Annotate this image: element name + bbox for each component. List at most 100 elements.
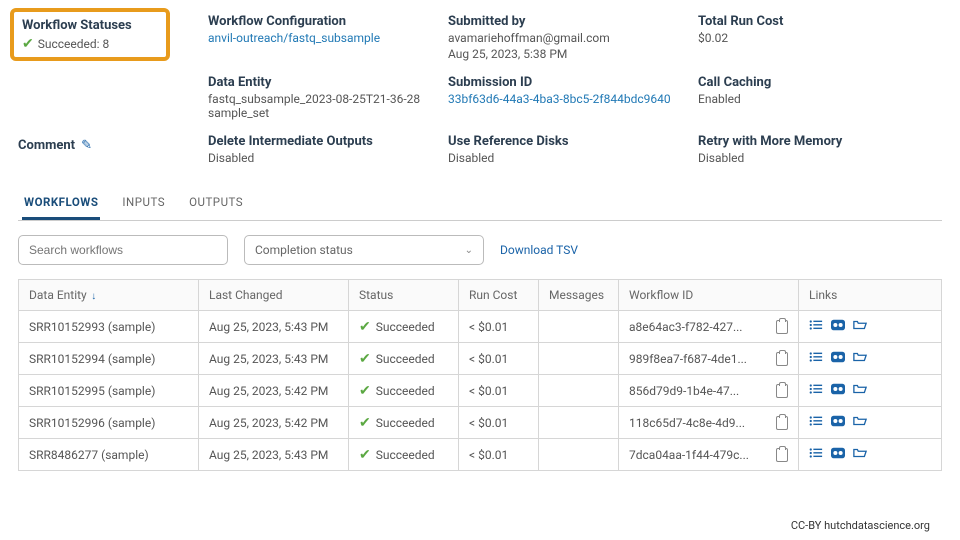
- folder-icon[interactable]: [853, 415, 867, 430]
- dashboard-icon[interactable]: [831, 383, 845, 398]
- cell-entity: SRR10152993 (sample): [19, 311, 199, 343]
- subid-label: Submission ID: [448, 75, 688, 90]
- list-icon[interactable]: [809, 447, 823, 462]
- th-last[interactable]: Last Changed: [199, 280, 349, 311]
- submitted-by-time: Aug 25, 2023, 5:38 PM: [448, 47, 688, 61]
- cell-wfid: 856d79d9-1b4e-47...: [619, 375, 799, 407]
- refdisk-value: Disabled: [448, 151, 688, 165]
- download-tsv-link[interactable]: Download TSV: [500, 243, 578, 257]
- cell-last: Aug 25, 2023, 5:43 PM: [199, 439, 349, 471]
- cell-status: ✔Succeeded: [349, 311, 459, 343]
- table-row: SRR8486277 (sample)Aug 25, 2023, 5:43 PM…: [19, 439, 942, 471]
- pencil-icon[interactable]: ✎: [81, 138, 92, 153]
- dashboard-icon[interactable]: [831, 351, 845, 366]
- succeeded-count: Succeeded: 8: [38, 37, 110, 51]
- check-icon: ✔: [359, 320, 371, 334]
- th-messages[interactable]: Messages: [539, 280, 619, 311]
- table-row: SRR10152995 (sample)Aug 25, 2023, 5:42 P…: [19, 375, 942, 407]
- cell-entity: SRR10152996 (sample): [19, 407, 199, 439]
- folder-icon[interactable]: [853, 447, 867, 462]
- cell-wfid: 118c65d7-4c8e-4d9...: [619, 407, 799, 439]
- dashboard-icon[interactable]: [831, 319, 845, 334]
- th-entity[interactable]: Data Entity ↓: [19, 280, 199, 311]
- cell-cost: < $0.01: [459, 311, 539, 343]
- cell-links: [799, 439, 942, 471]
- delete-label: Delete Intermediate Outputs: [208, 134, 438, 149]
- entity-value: fastq_subsample_2023-08-25T21-36-28 samp…: [208, 92, 438, 120]
- cell-messages: [539, 343, 619, 375]
- subid-link[interactable]: 33bf63d6-44a3-4ba3-8bc5-2f844bdc9640: [448, 92, 688, 106]
- th-cost[interactable]: Run Cost: [459, 280, 539, 311]
- entity-label: Data Entity: [208, 75, 438, 90]
- check-icon: ✔: [22, 37, 34, 51]
- workflows-table: Data Entity ↓ Last Changed Status Run Co…: [18, 279, 942, 471]
- cell-wfid: 7dca04aa-1f44-479c...: [619, 439, 799, 471]
- clipboard-icon[interactable]: [776, 448, 788, 462]
- completion-status-select[interactable]: Completion status ⌄: [244, 235, 484, 265]
- workflow-statuses-box: Workflow Statuses ✔ Succeeded: 8: [10, 8, 170, 61]
- sort-arrow-icon: ↓: [89, 291, 96, 302]
- chevron-down-icon: ⌄: [465, 245, 473, 256]
- cell-messages: [539, 375, 619, 407]
- cell-last: Aug 25, 2023, 5:42 PM: [199, 407, 349, 439]
- clipboard-icon[interactable]: [776, 352, 788, 366]
- tab-outputs[interactable]: OUTPUTS: [187, 187, 245, 220]
- cell-status: ✔Succeeded: [349, 343, 459, 375]
- cell-links: [799, 343, 942, 375]
- dashboard-icon[interactable]: [831, 447, 845, 462]
- dashboard-icon[interactable]: [831, 415, 845, 430]
- check-icon: ✔: [359, 448, 371, 462]
- refdisk-label: Use Reference Disks: [448, 134, 688, 149]
- folder-icon[interactable]: [853, 319, 867, 334]
- cell-status: ✔Succeeded: [349, 407, 459, 439]
- cell-wfid: a8e64ac3-f782-427...: [619, 311, 799, 343]
- clipboard-icon[interactable]: [776, 416, 788, 430]
- cell-cost: < $0.01: [459, 439, 539, 471]
- list-icon[interactable]: [809, 351, 823, 366]
- list-icon[interactable]: [809, 319, 823, 334]
- table-row: SRR10152994 (sample)Aug 25, 2023, 5:43 P…: [19, 343, 942, 375]
- th-wfid[interactable]: Workflow ID: [619, 280, 799, 311]
- cell-cost: < $0.01: [459, 407, 539, 439]
- th-status[interactable]: Status: [349, 280, 459, 311]
- cell-links: [799, 407, 942, 439]
- delete-value: Disabled: [208, 151, 438, 165]
- folder-icon[interactable]: [853, 383, 867, 398]
- cell-entity: SRR8486277 (sample): [19, 439, 199, 471]
- list-icon[interactable]: [809, 415, 823, 430]
- submitted-by-label: Submitted by: [448, 14, 688, 29]
- check-icon: ✔: [359, 352, 371, 366]
- tabs: WORKFLOWS INPUTS OUTPUTS: [18, 187, 942, 221]
- caching-label: Call Caching: [698, 75, 942, 90]
- table-row: SRR10152996 (sample)Aug 25, 2023, 5:42 P…: [19, 407, 942, 439]
- cell-links: [799, 311, 942, 343]
- cell-messages: [539, 439, 619, 471]
- retry-value: Disabled: [698, 151, 942, 165]
- cell-status: ✔Succeeded: [349, 375, 459, 407]
- clipboard-icon[interactable]: [776, 320, 788, 334]
- comment-label: Comment: [18, 138, 75, 153]
- folder-icon[interactable]: [853, 351, 867, 366]
- retry-label: Retry with More Memory: [698, 134, 942, 149]
- cell-last: Aug 25, 2023, 5:42 PM: [199, 375, 349, 407]
- statuses-label: Workflow Statuses: [22, 18, 158, 33]
- clipboard-icon[interactable]: [776, 384, 788, 398]
- search-input[interactable]: [18, 235, 228, 265]
- cost-value: $0.02: [698, 31, 942, 45]
- cell-messages: [539, 311, 619, 343]
- cell-last: Aug 25, 2023, 5:43 PM: [199, 311, 349, 343]
- completion-status-label: Completion status: [255, 243, 353, 257]
- cell-cost: < $0.01: [459, 375, 539, 407]
- th-links[interactable]: Links: [799, 280, 942, 311]
- list-icon[interactable]: [809, 383, 823, 398]
- cell-entity: SRR10152994 (sample): [19, 343, 199, 375]
- cost-label: Total Run Cost: [698, 14, 942, 29]
- tab-workflows[interactable]: WORKFLOWS: [22, 187, 100, 220]
- check-icon: ✔: [359, 384, 371, 398]
- tab-inputs[interactable]: INPUTS: [120, 187, 167, 220]
- submitted-by-email: avamariehoffman@gmail.com: [448, 31, 688, 45]
- attribution: CC-BY hutchdatascience.org: [791, 519, 930, 532]
- cell-messages: [539, 407, 619, 439]
- cell-links: [799, 375, 942, 407]
- config-link[interactable]: anvil-outreach/fastq_subsample: [208, 31, 438, 45]
